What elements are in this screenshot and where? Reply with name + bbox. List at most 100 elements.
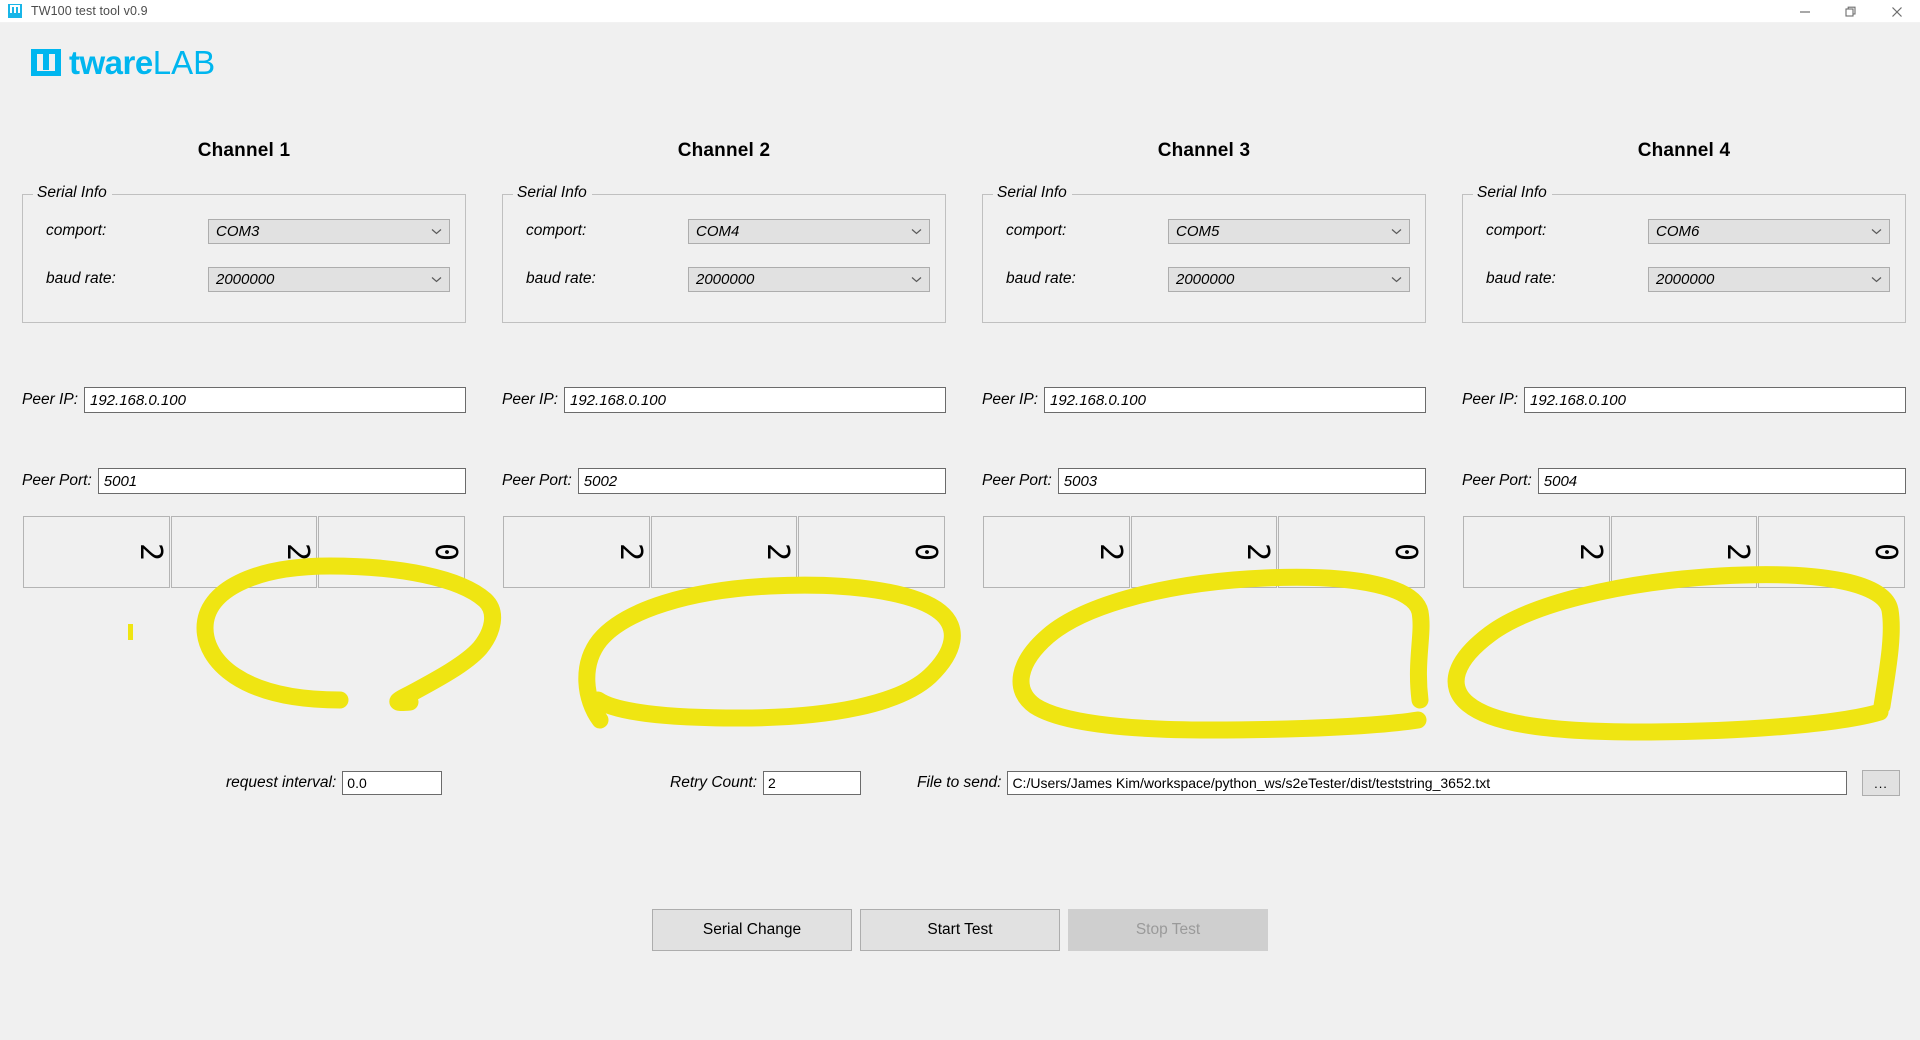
peer-ip-input[interactable]: 192.168.0.100 [1524,387,1906,413]
peer-ip-row: Peer IP: 192.168.0.100 [982,387,1426,413]
channel-title: Channel 4 [1637,140,1731,161]
counter-displays: 2 2 0 [1463,516,1906,588]
peer-port-row: Peer Port: 5001 [22,468,466,494]
peer-port-input[interactable]: 5001 [97,468,466,494]
counter-value: 2 [280,542,316,562]
counter-display: 2 [1463,516,1610,588]
peer-ip-row: Peer IP: 192.168.0.100 [502,387,946,413]
brand-name-light: LAB [152,43,216,81]
start-test-button[interactable]: Start Test [860,909,1060,951]
baudrate-value: 2000000 [1176,270,1235,288]
options-row: request interval: 0.0 Retry Count: 2 Fil… [0,766,1920,800]
window-title-bar: TW100 test tool v0.9 [0,0,1920,23]
baudrate-select[interactable]: 2000000 [208,266,450,292]
counter-display: 0 [1758,516,1906,588]
comport-label: comport: [1486,222,1547,239]
restore-icon[interactable] [1828,0,1874,23]
counter-display: 2 [170,516,318,588]
title-bar-left: TW100 test tool v0.9 [0,4,148,18]
counter-display: 2 [503,516,650,588]
counter-display: 2 [983,516,1130,588]
baudrate-select[interactable]: 2000000 [1648,266,1890,292]
peer-port-input[interactable]: 5003 [1057,468,1426,494]
chevron-down-icon [1389,228,1403,235]
counter-displays: 2 2 0 [983,516,1426,588]
file-to-send-input[interactable]: C:/Users/James Kim/workspace/python_ws/s… [1007,771,1848,795]
counter-value: 0 [907,542,943,562]
comport-select[interactable]: COM3 [208,218,450,244]
channel-panel-1: Channel 1 Serial Info comport: COM3 baud… [8,140,480,588]
action-buttons: Serial Change Start Test Stop Test [0,909,1920,951]
chevron-down-icon [909,276,923,283]
comport-select[interactable]: COM6 [1648,218,1890,244]
peer-ip-label: Peer IP: [1462,391,1518,408]
counter-value: 2 [132,542,168,562]
serial-change-button[interactable]: Serial Change [652,909,852,951]
browse-file-button[interactable]: ... [1862,770,1900,796]
comport-row: comport: COM3 [23,207,465,255]
window-controls [1782,0,1920,23]
comport-value: COM4 [696,222,740,240]
chevron-down-icon [429,228,443,235]
peer-ip-row: Peer IP: 192.168.0.100 [22,387,466,413]
peer-port-input[interactable]: 5002 [577,468,946,494]
counter-value: 2 [1092,542,1128,562]
peer-port-label: Peer Port: [1462,472,1532,489]
counter-value: 0 [1387,542,1423,562]
peer-ip-input[interactable]: 192.168.0.100 [1044,387,1426,413]
counter-value: 0 [1867,542,1903,562]
comport-value: COM5 [1176,222,1220,240]
peer-ip-input[interactable]: 192.168.0.100 [564,387,946,413]
counter-display: 0 [798,516,946,588]
baudrate-value: 2000000 [1656,270,1715,288]
counter-displays: 2 2 0 [503,516,946,588]
chevron-down-icon [1869,228,1883,235]
chevron-down-icon [1869,276,1883,283]
counter-display: 2 [23,516,170,588]
counter-display: 0 [318,516,466,588]
counter-display: 2 [1610,516,1758,588]
counter-value: 2 [1240,542,1276,562]
channel-title: Channel 2 [677,140,771,161]
close-icon[interactable] [1874,0,1920,23]
channel-title: Channel 1 [197,140,291,161]
window-title: TW100 test tool v0.9 [31,4,148,18]
comport-value: COM6 [1656,222,1700,240]
baudrate-select[interactable]: 2000000 [688,266,930,292]
counter-value: 2 [1720,542,1756,562]
channel-panel-3: Channel 3 Serial Info comport: COM5 baud… [968,140,1440,588]
counter-displays: 2 2 0 [23,516,466,588]
minimize-icon[interactable] [1782,0,1828,23]
comport-label: comport: [526,222,587,239]
request-interval-field: request interval: 0.0 [226,770,443,796]
serial-info-legend: Serial Info [1473,184,1552,202]
request-interval-input[interactable]: 0.0 [342,771,443,795]
serial-info-group: Serial Info comport: COM5 baud rate: 200… [982,184,1426,323]
baudrate-row: baud rate: 2000000 [23,255,465,303]
comport-select[interactable]: COM4 [688,218,930,244]
peer-ip-label: Peer IP: [22,391,78,408]
counter-display: 2 [1130,516,1278,588]
counter-value: 2 [760,542,796,562]
peer-ip-input[interactable]: 192.168.0.100 [84,387,466,413]
brand-name-bold: tware [69,43,153,81]
comport-value: COM3 [216,222,260,240]
request-interval-label: request interval: [226,774,337,791]
baudrate-select[interactable]: 2000000 [1168,266,1410,292]
comport-row: comport: COM4 [503,207,945,255]
comport-select[interactable]: COM5 [1168,218,1410,244]
retry-count-label: Retry Count: [670,774,758,791]
peer-port-input[interactable]: 5004 [1537,468,1906,494]
baudrate-row: baud rate: 2000000 [1463,255,1905,303]
counter-value: 0 [427,542,463,562]
chevron-down-icon [429,276,443,283]
baudrate-row: baud rate: 2000000 [983,255,1425,303]
counter-value: 2 [1572,542,1608,562]
retry-count-input[interactable]: 2 [763,771,862,795]
